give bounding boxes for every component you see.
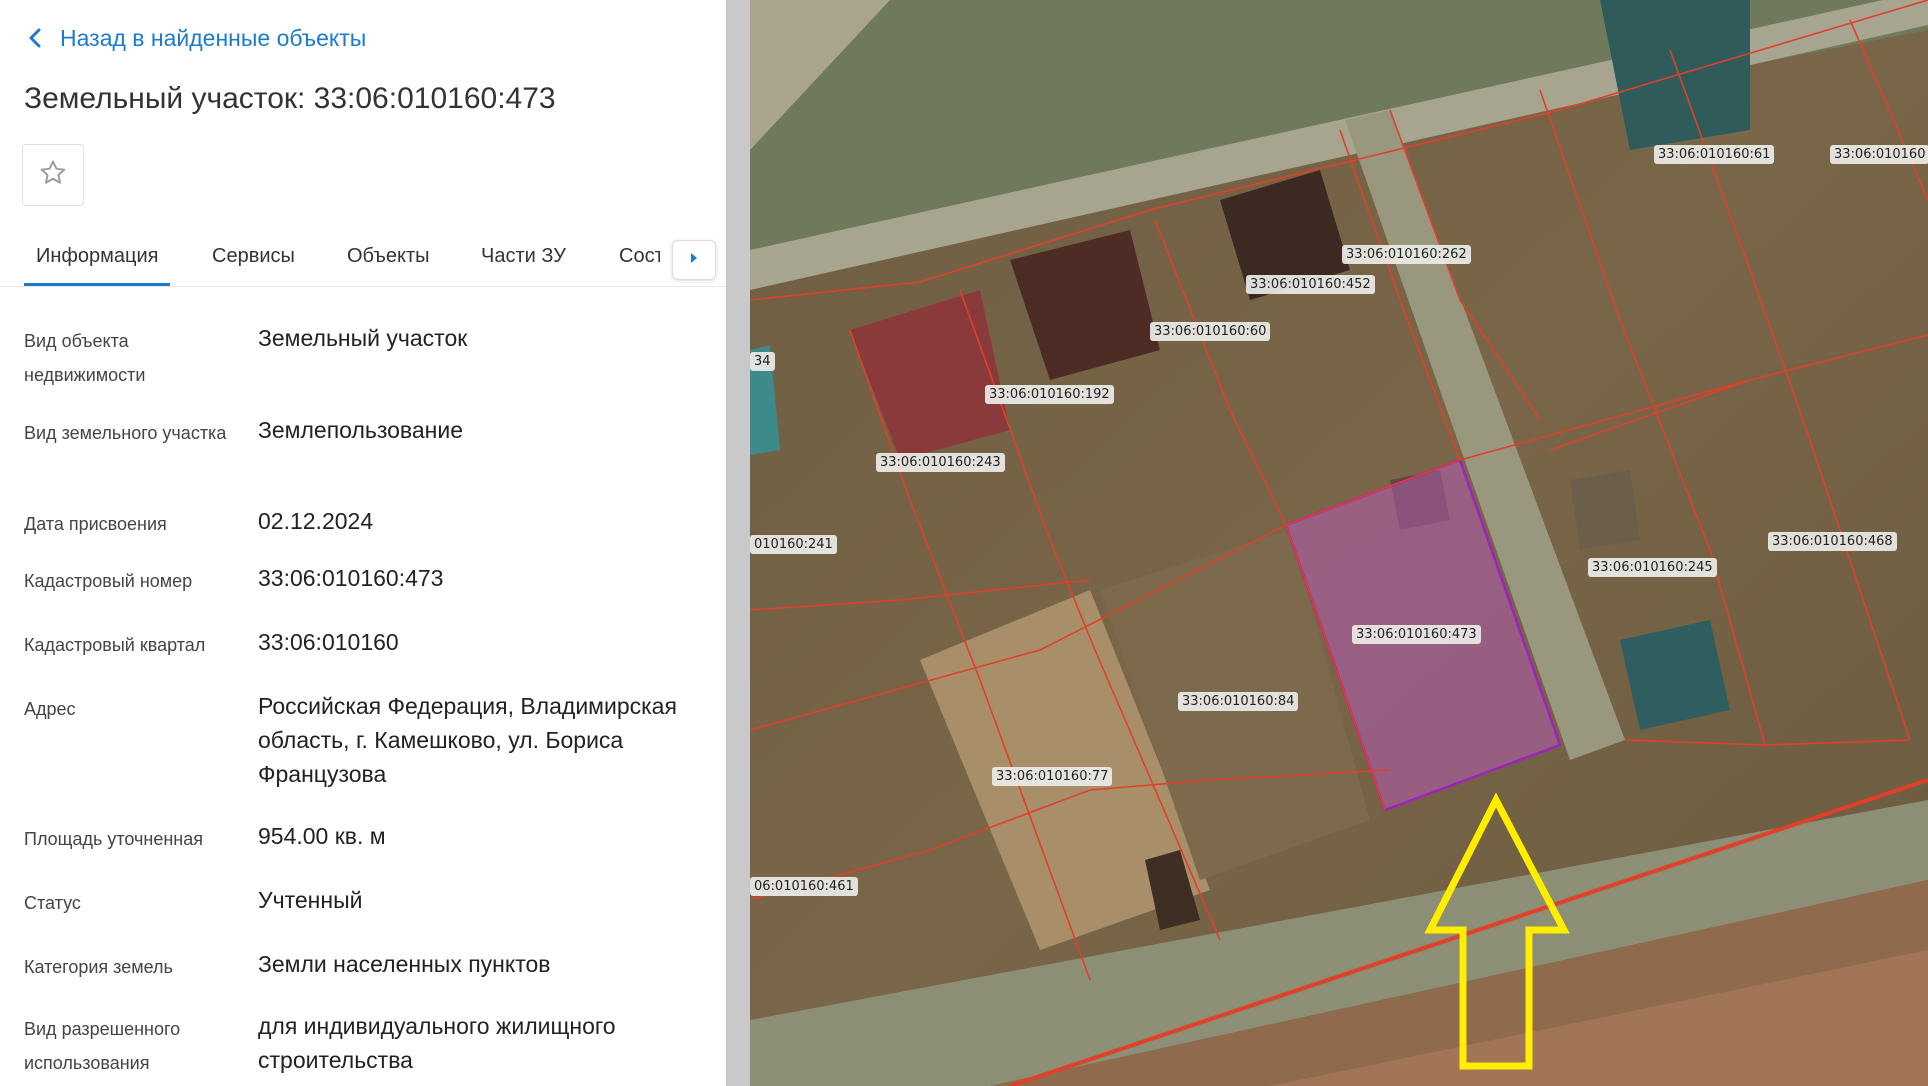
property-value: Учтенный <box>258 887 363 913</box>
property-label: Вид объекта недвижимости <box>24 331 146 385</box>
property-label: Адрес <box>24 699 76 719</box>
property-value: Земельный участок <box>258 325 468 351</box>
property-value: 02.12.2024 <box>258 508 374 534</box>
tab-info[interactable]: Информация <box>24 236 171 286</box>
property-value: 33:06:010160 <box>258 629 399 655</box>
property-value: Земли населенных пунктов <box>258 951 551 977</box>
property-label: Вид разрешенного использования <box>24 1019 181 1073</box>
property-value: Землепользование <box>258 417 464 443</box>
property-label: Вид земельного участка <box>24 423 227 443</box>
property-label: Категория земель <box>24 957 173 977</box>
tab-bar: Информация Сервисы Объекты Части ЗУ Сост… <box>0 236 726 287</box>
property-label: Площадь уточненная <box>24 829 203 849</box>
property-value: 33:06:010160:473 <box>258 565 444 591</box>
star-icon <box>38 158 68 193</box>
property-label: Дата присвоения <box>24 514 167 534</box>
page-title: Земельный участок: 33:06:010160:473 <box>24 82 556 115</box>
back-link-label: Назад в найденные объекты <box>60 24 367 51</box>
info-panel: Назад в найденные объекты Земельный учас… <box>0 0 726 1086</box>
chevron-left-icon <box>28 27 42 49</box>
tab-services[interactable]: Сервисы <box>212 236 295 286</box>
shed <box>1570 470 1640 550</box>
property-label: Кадастровый квартал <box>24 635 206 655</box>
tab-objects[interactable]: Объекты <box>347 236 429 286</box>
property-label: Кадастровый номер <box>24 571 193 591</box>
cadastral-map[interactable]: 33:06:010160:61 33:06:010160 33:06:01016… <box>750 0 1928 1086</box>
property-value: 954.00 кв. м <box>258 823 386 849</box>
map-canvas <box>750 0 1928 1086</box>
panel-divider[interactable] <box>726 0 750 1086</box>
property-value: Российская Федерация, Владимирская облас… <box>258 693 677 787</box>
house-roof-teal <box>1620 620 1730 730</box>
back-link[interactable]: Назад в найденные объекты <box>28 22 366 54</box>
tab-parts[interactable]: Части ЗУ <box>481 236 566 286</box>
favorite-button[interactable] <box>22 144 84 206</box>
property-value: для индивидуального жилищного строительс… <box>258 1013 616 1073</box>
tabs-scroll-right-button[interactable] <box>672 240 716 280</box>
property-label: Статус <box>24 893 81 913</box>
triangle-right-icon <box>689 251 699 269</box>
